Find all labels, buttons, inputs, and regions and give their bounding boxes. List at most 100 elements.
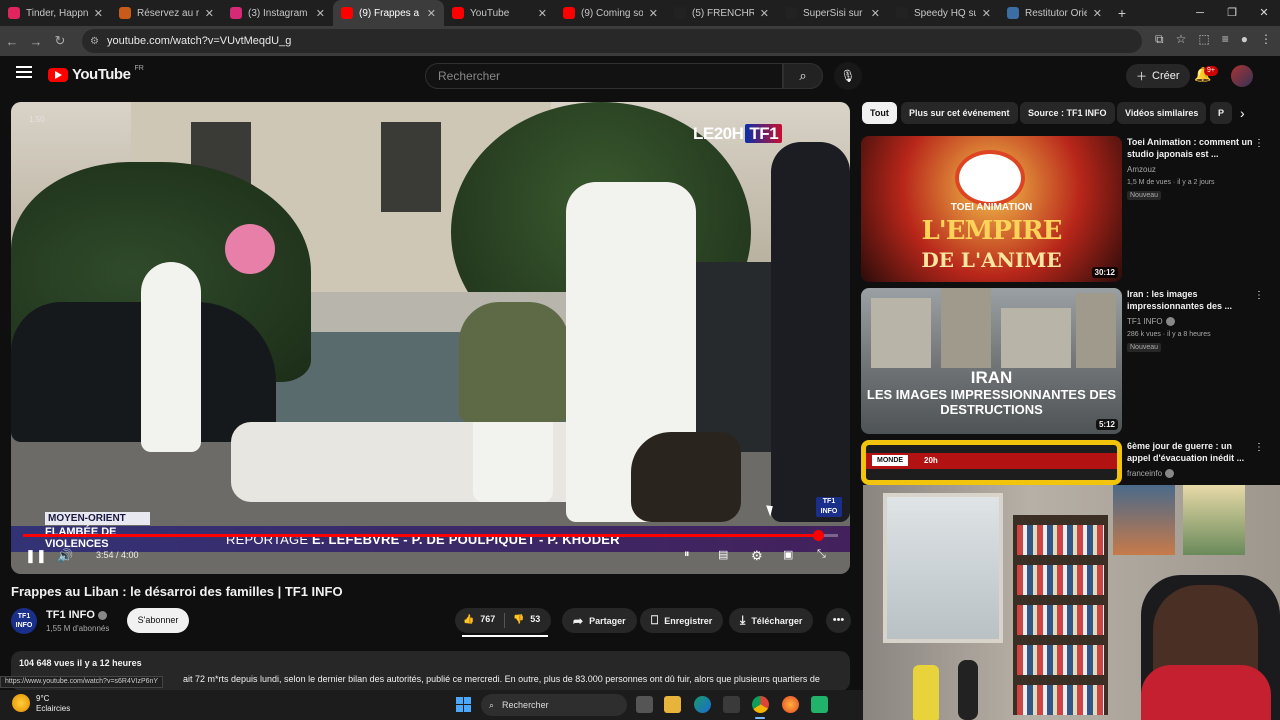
task-view-icon[interactable] (636, 696, 653, 713)
tab-close-icon[interactable]: ✕ (649, 7, 658, 20)
recommendation-item[interactable]: MONDE 20h 6ème jour de guerre : un appel… (861, 440, 1264, 485)
create-button[interactable]: ＋ Créer (1126, 64, 1190, 88)
mic-icon[interactable]: 🎙 (834, 62, 862, 90)
video-thumbnail[interactable]: IRAN LES IMAGES IMPRESSIONNANTES DES DES… (861, 288, 1122, 434)
profile-icon[interactable]: ● (1241, 32, 1248, 47)
filter-chip[interactable]: P (1210, 102, 1232, 124)
tab-close-icon[interactable]: ✕ (316, 7, 325, 20)
more-vert-icon[interactable]: ⋮ (1254, 138, 1264, 149)
store-icon[interactable] (723, 696, 740, 713)
menu-icon[interactable] (16, 66, 32, 78)
scrubber-handle[interactable] (812, 530, 824, 541)
cast-icon[interactable]: ⧉ (1155, 32, 1164, 47)
filter-chip[interactable]: Vidéos similaires (1117, 102, 1207, 124)
bookmark-star-icon[interactable]: ☆ (1176, 32, 1187, 47)
filter-chip[interactable]: Source : TF1 INFO (1020, 102, 1115, 124)
tab-close-icon[interactable]: ✕ (982, 7, 991, 20)
menu-dots-icon[interactable]: ⋮ (1260, 32, 1272, 47)
more-vert-icon[interactable]: ⋮ (1254, 442, 1264, 453)
site-info-icon[interactable]: ⚙ (90, 36, 99, 47)
share-button[interactable]: ➦ Partager (562, 608, 637, 633)
recommendation-item[interactable]: IRAN LES IMAGES IMPRESSIONNANTES DES DES… (861, 288, 1264, 434)
search-icon[interactable]: ⌕ (783, 63, 823, 89)
tab-close-icon[interactable]: ✕ (205, 7, 214, 20)
rec-channel[interactable]: TF1 INFO (1127, 317, 1175, 327)
channel-avatar[interactable]: TF1 INFO (11, 608, 37, 634)
browser-tab[interactable]: Réservez au resta ✕ (111, 0, 222, 26)
url-field[interactable]: ⚙ youtube.com/watch?v=VUvtMeqdU_g (82, 29, 1142, 53)
edge-icon[interactable] (694, 696, 711, 713)
tab-close-icon[interactable]: ✕ (760, 7, 769, 20)
browser-tab[interactable]: YouTube ✕ (444, 0, 555, 26)
filter-chip[interactable]: Plus sur cet événement (901, 102, 1018, 124)
download-button[interactable]: ⤓ Télécharger (729, 608, 814, 633)
media-icon[interactable]: ≡ (1222, 32, 1229, 47)
channel-name-text[interactable]: TF1 INFO (46, 609, 95, 621)
app-icon[interactable] (811, 696, 828, 713)
chrome-icon[interactable] (752, 696, 769, 713)
file-explorer-icon[interactable] (664, 696, 681, 713)
more-actions-button[interactable]: ••• (826, 608, 851, 633)
avatar[interactable] (1231, 65, 1253, 87)
thumbs-down-icon: 👎 (513, 614, 525, 624)
windows-start-icon[interactable] (456, 697, 471, 712)
close-window-icon[interactable]: ✕ (1248, 0, 1280, 26)
search-input[interactable]: Rechercher (425, 63, 783, 89)
reload-icon[interactable]: ↻ (48, 33, 72, 49)
back-icon[interactable]: ← (0, 34, 24, 49)
browser-tab[interactable]: Tinder, Happn : il ✕ (0, 0, 111, 26)
youtube-logo[interactable]: YouTube FR (48, 65, 144, 83)
channel-name[interactable]: TF1 INFO (46, 609, 107, 621)
more-vert-icon[interactable]: ⋮ (1254, 290, 1264, 301)
pause-icon[interactable]: ❚❚ (25, 548, 47, 564)
tab-close-icon[interactable]: ✕ (427, 7, 436, 20)
save-button[interactable]: ⎕ Enregistrer (640, 608, 724, 633)
browser-tab[interactable]: (9) Coming soon. ✕ (555, 0, 666, 26)
rec-channel-text[interactable]: franceinfo (1127, 469, 1162, 478)
rec-channel[interactable]: franceinfo (1127, 469, 1175, 479)
chevron-right-icon[interactable]: › (1240, 105, 1245, 121)
restore-icon[interactable]: ❐ (1216, 0, 1248, 26)
rec-channel-text[interactable]: TF1 INFO (1127, 317, 1163, 326)
video-player[interactable]: 1.50 LE20H TF1 TF1 INFO REPORTAGE E. LEFE… (11, 102, 850, 574)
rec-channel[interactable]: Amzouz (1127, 165, 1156, 174)
browser-tab[interactable]: Speedy HQ sur X ✕ (888, 0, 999, 26)
video-thumbnail[interactable]: TOEI ANIMATION L'EMPIRE DE L'ANIME 30:12 (861, 136, 1122, 282)
webcam-overlay (863, 485, 1280, 720)
minimize-icon[interactable]: ─ (1184, 0, 1216, 26)
browser-tab[interactable]: SuperSisi sur X ✕ (777, 0, 888, 26)
autoplay-toggle-icon[interactable]: ⏸ (684, 548, 690, 561)
browser-tab[interactable]: (3) Instagram ✕ (222, 0, 333, 26)
weather-widget[interactable]: 9°C Eclaircies (12, 694, 70, 714)
video-thumbnail[interactable]: MONDE 20h (861, 440, 1122, 485)
browser-tab[interactable]: (5) FRENCHRAPU ✕ (666, 0, 777, 26)
volume-icon[interactable]: 🔊 (57, 548, 73, 564)
miniplayer-icon[interactable]: ▣ (783, 548, 793, 561)
webcam-bottle (913, 665, 939, 720)
tab-close-icon[interactable]: ✕ (1093, 7, 1102, 20)
firefox-icon[interactable] (782, 696, 799, 713)
rec-title[interactable]: 6ème jour de guerre : un appel d'évacuat… (1127, 440, 1253, 464)
recommendation-item[interactable]: TOEI ANIMATION L'EMPIRE DE L'ANIME 30:12… (861, 136, 1264, 282)
settings-gear-icon[interactable]: ⚙ (751, 548, 763, 564)
new-tab-button[interactable]: + (1110, 5, 1134, 21)
subtitles-icon[interactable]: ▤ (718, 548, 728, 561)
like-button[interactable]: 👍 767 (463, 614, 495, 625)
filter-chip[interactable]: Tout (862, 102, 897, 124)
rec-title[interactable]: Iran : les images impressionnantes des .… (1127, 288, 1253, 312)
forward-icon[interactable]: → (24, 34, 48, 49)
fullscreen-icon[interactable]: ⤡ (817, 548, 826, 561)
dislike-button[interactable]: 👎 53 (513, 614, 540, 625)
tab-label: Tinder, Happn : il (26, 7, 88, 19)
extensions-icon[interactable]: ⬚ (1198, 32, 1209, 47)
tab-close-icon[interactable]: ✕ (538, 7, 547, 20)
rec-title[interactable]: Toei Animation : comment un studio japon… (1127, 136, 1253, 160)
taskbar-search[interactable]: ⌕ Rechercher (481, 694, 627, 716)
progress-bar[interactable] (23, 530, 838, 541)
browser-tab[interactable]: Restitutor Orienti ✕ (999, 0, 1110, 26)
browser-tab[interactable]: (9) Frappes a ✕ (333, 0, 444, 26)
tab-close-icon[interactable]: ✕ (871, 7, 880, 20)
subscribe-button[interactable]: S'abonner (127, 608, 189, 633)
tab-close-icon[interactable]: ✕ (94, 7, 103, 20)
notification-badge: 9+ (1204, 66, 1218, 76)
